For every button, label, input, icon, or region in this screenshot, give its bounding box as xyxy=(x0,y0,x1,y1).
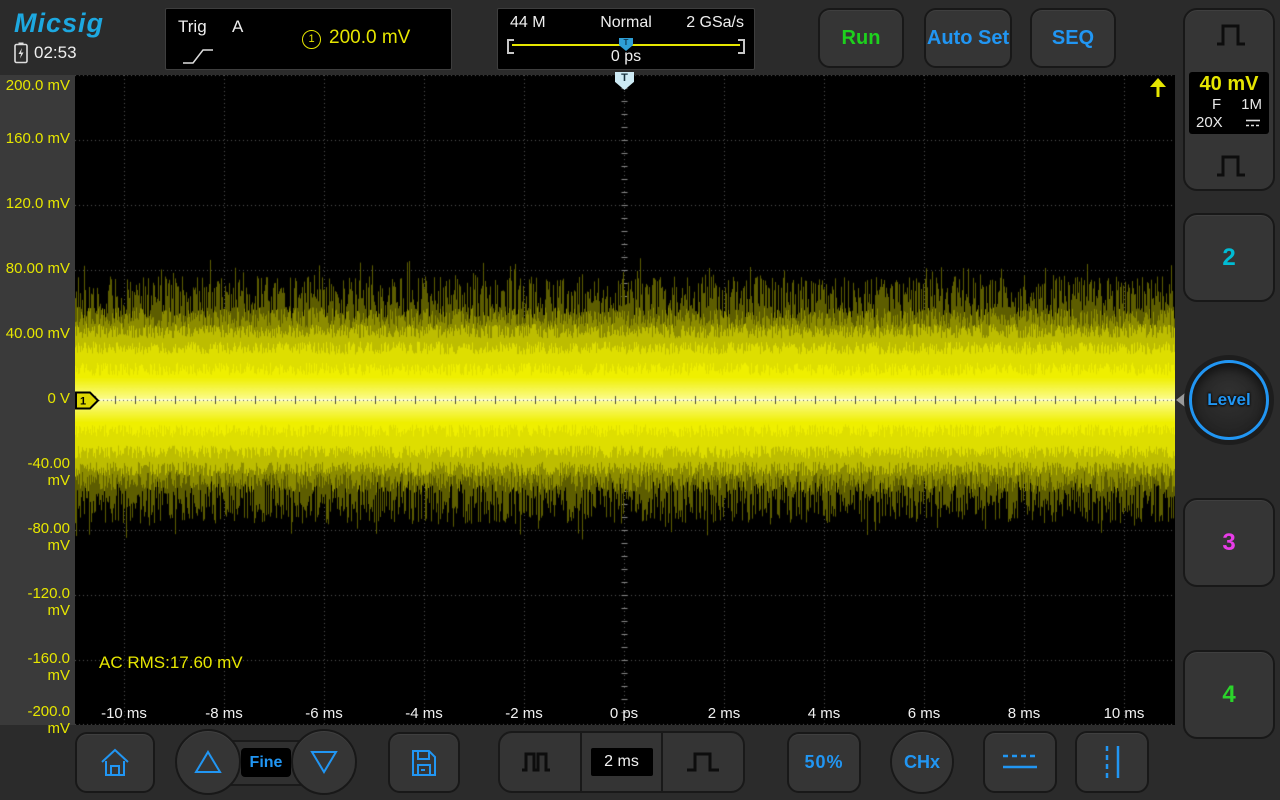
trigger-status-box[interactable]: Trig A 1 200.0 mV xyxy=(165,8,452,70)
home-icon xyxy=(98,747,132,779)
measurement-readout: AC RMS:17.60 mV xyxy=(99,653,243,673)
channel1-zero-marker-number: 1 xyxy=(80,396,86,408)
run-button[interactable]: Run xyxy=(818,8,904,68)
x-axis-label: 6 ms xyxy=(884,705,964,722)
timebase-value: 2 ms xyxy=(591,748,653,776)
trigger-position-value: 0 ps xyxy=(498,48,754,66)
y-axis-label: 40.00 mV xyxy=(2,325,70,342)
y-axis-label: -200.0 mV xyxy=(2,703,70,737)
x-axis-label: -10 ms xyxy=(84,705,164,722)
rising-edge-icon xyxy=(182,47,214,67)
save-button[interactable] xyxy=(388,732,460,793)
x-axis-label: -6 ms xyxy=(284,705,364,722)
channel1-scale: 40 mV xyxy=(1196,73,1262,96)
trigger-level-offscreen-arrow-icon xyxy=(1149,78,1167,98)
level-knob[interactable]: Level xyxy=(1189,360,1269,440)
fine-mode-badge[interactable]: Fine xyxy=(241,748,291,777)
brand-logo: Micsig xyxy=(14,8,104,39)
channel1-impedance: 1M xyxy=(1241,96,1262,114)
y-axis-label: 120.0 mV xyxy=(2,195,70,212)
trigger-50-percent-button[interactable]: 50% xyxy=(787,732,861,793)
channel4-button[interactable]: 4 xyxy=(1183,650,1275,739)
x-axis-label: -2 ms xyxy=(484,705,564,722)
channel1-info-box[interactable]: 40 mV F 1M 20X xyxy=(1189,72,1269,134)
acquisition-status-box[interactable]: 44 M Normal 2 GSa/s T 0 ps xyxy=(497,8,755,70)
triangle-down-icon xyxy=(309,749,339,775)
channel2-button[interactable]: 2 xyxy=(1183,213,1275,302)
y-axis-label: -120.0 mV xyxy=(2,585,70,619)
y-axis-label: -40.00 mV xyxy=(2,455,70,489)
timebase-zoom-in-button[interactable] xyxy=(663,733,743,791)
channel1-zero-marker[interactable]: 1 xyxy=(75,391,100,410)
charging-bolt-icon xyxy=(19,48,24,59)
seq-button[interactable]: SEQ xyxy=(1030,8,1116,68)
status-clock: 02:53 xyxy=(14,42,77,64)
triangle-up-icon xyxy=(193,749,223,775)
y-axis-label: 0 V xyxy=(2,390,70,407)
vertical-cursor-button[interactable] xyxy=(1075,731,1149,793)
step-down-button[interactable] xyxy=(291,729,357,795)
horizontal-cursor-button[interactable] xyxy=(983,731,1057,793)
y-axis-label: 160.0 mV xyxy=(2,130,70,147)
y-axis-label: -160.0 mV xyxy=(2,650,70,684)
step-up-button[interactable] xyxy=(175,729,241,795)
vertical-cursors-icon xyxy=(1096,742,1128,782)
save-icon xyxy=(409,748,439,778)
channel1-button[interactable]: 40 mV F 1M 20X xyxy=(1183,8,1275,191)
timebase-value-button[interactable]: 2 ms xyxy=(580,733,664,791)
channel1-coupling: F xyxy=(1196,96,1221,114)
dc-coupling-icon xyxy=(1244,118,1262,128)
y-axis-strip: 200.0 mV 160.0 mV 120.0 mV 80.00 mV 40.00 mV… xyxy=(0,75,75,725)
y-axis-label: -80.00 mV xyxy=(2,520,70,554)
x-axis-label: 0 ps xyxy=(584,705,664,722)
y-axis-label: 200.0 mV xyxy=(2,77,70,94)
x-axis-label: 10 ms xyxy=(1084,705,1164,722)
x-axis-label: 2 ms xyxy=(684,705,764,722)
channel1-probe: 20X xyxy=(1196,114,1223,132)
x-axis-label: -8 ms xyxy=(184,705,264,722)
timebase-zoom-out-button[interactable] xyxy=(500,733,580,791)
pulse-icon xyxy=(1216,22,1246,48)
trig-label: Trig xyxy=(178,17,207,37)
x-axis-label: 8 ms xyxy=(984,705,1064,722)
single-pulse-icon xyxy=(686,749,720,775)
horizontal-cursors-icon xyxy=(998,748,1042,776)
waveform-canvas[interactable] xyxy=(75,75,1175,725)
x-axis-label: -4 ms xyxy=(384,705,464,722)
autoset-button[interactable]: Auto Set xyxy=(924,8,1012,68)
channel-select-button[interactable]: CHx xyxy=(890,730,954,794)
timebase-control-group: 2 ms xyxy=(498,731,745,793)
trig-channel-label: A xyxy=(232,17,243,37)
home-button[interactable] xyxy=(75,732,155,793)
double-pulse-icon xyxy=(521,749,559,775)
pulse-icon xyxy=(1216,153,1246,179)
clock-text: 02:53 xyxy=(34,43,77,63)
y-axis-label: 80.00 mV xyxy=(2,260,70,277)
battery-icon xyxy=(14,42,28,64)
panel-collapse-arrow-icon[interactable] xyxy=(1176,393,1185,407)
sample-rate: 2 GSa/s xyxy=(686,14,744,32)
trigger-source-badge: 1 xyxy=(302,30,321,49)
trigger-level-value: 200.0 mV xyxy=(329,27,410,49)
x-axis-label: 4 ms xyxy=(784,705,864,722)
channel3-button[interactable]: 3 xyxy=(1183,498,1275,587)
graticule[interactable]: T 1 AC RMS:17.60 mV -10 ms-8 ms-6 ms-4 m… xyxy=(75,75,1175,725)
